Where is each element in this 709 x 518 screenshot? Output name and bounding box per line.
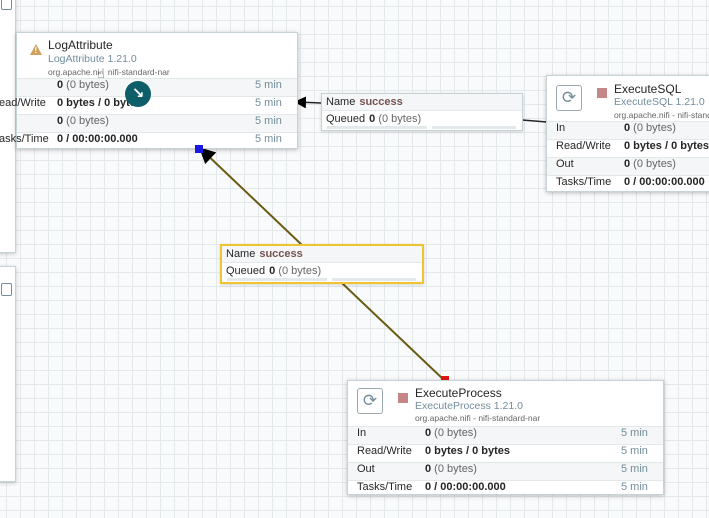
stat-row-in: 0 (0 bytes) 5 min <box>17 78 297 96</box>
arrow-down-right-icon: ↘ <box>125 81 151 107</box>
queue-bar <box>332 278 416 281</box>
connection-label-sql-to-log[interactable]: Name success Queued 0 (0 bytes) <box>321 93 523 131</box>
processor-name: ExecuteSQL <box>614 82 682 96</box>
connection-name-row: Name success <box>322 94 522 111</box>
queue-bar <box>227 278 327 281</box>
stat-row-in: In 0 (0 bytes) <box>547 121 709 139</box>
processor-type: LogAttribute 1.21.0 <box>48 53 137 65</box>
stop-icon[interactable] <box>398 393 408 403</box>
processor-name: LogAttribute <box>48 38 113 52</box>
processor-type: ExecuteSQL 1.21.0 <box>614 96 705 108</box>
processor-logattribute[interactable]: ! LogAttribute LogAttribute 1.21.0 org.a… <box>0 32 298 150</box>
processor-executeprocess[interactable]: ⟳ ExecuteProcess ExecuteProcess 1.21.0 o… <box>347 380 664 495</box>
queue-bar <box>432 126 516 129</box>
stat-row-read-write: Read/Write 0 bytes / 0 bytes <box>547 139 709 157</box>
connection-line-sql-to-log-right[interactable] <box>521 119 548 123</box>
panel-icon <box>1 0 12 10</box>
stat-row-tasks-time: Tasks/Time 0 / 00:00:00.000 5 min <box>348 480 663 498</box>
panel-icon <box>1 283 12 296</box>
processor-type: ExecuteProcess 1.21.0 <box>415 400 523 412</box>
connection-line-sql-to-log-left[interactable] <box>294 96 322 109</box>
stat-row-read-write: ead/Write 0 bytes / 0 bytes 5 min <box>0 96 297 114</box>
stop-icon[interactable] <box>597 88 607 98</box>
stat-row-out: Out 0 (0 bytes) <box>547 157 709 175</box>
stat-row-tasks-time: Tasks/Time 0 / 00:00:00.000 <box>547 175 709 193</box>
hand-pointer-icon: ☝ <box>97 66 105 81</box>
processor-icon: ⟳ <box>357 388 383 414</box>
flow-canvas[interactable]: ! LogAttribute LogAttribute 1.21.0 org.a… <box>0 0 709 518</box>
processor-name: ExecuteProcess <box>415 386 502 400</box>
stat-row-out: Out 0 (0 bytes) 5 min <box>348 462 663 480</box>
stat-row-tasks-time: asks/Time 0 / 00:00:00.000 5 min <box>0 132 297 150</box>
processor-bundle: org.apache.nifi - nifi-standar <box>614 110 709 120</box>
processor-icon: ⟳ <box>556 85 582 111</box>
processor-bundle: org.apache.ni nifi-standard-nar <box>48 67 170 77</box>
connection-queued-row: Queued 0 (0 bytes) <box>326 113 422 125</box>
processor-executesql[interactable]: ⟳ ExecuteSQL ExecuteSQL 1.21.0 org.apach… <box>546 75 709 192</box>
connection-name-row: Name success <box>222 246 422 263</box>
stat-row-out: 0 (0 bytes) 5 min <box>17 114 297 132</box>
connection-source-anchor[interactable] <box>195 145 203 153</box>
queue-bar <box>327 126 427 129</box>
stat-row-in: In 0 (0 bytes) 5 min <box>348 426 663 444</box>
warning-mark: ! <box>34 46 38 55</box>
connection-queued-row: Queued 0 (0 bytes) <box>226 265 322 277</box>
processor-bundle: org.apache.nifi - nifi-standard-nar <box>415 413 541 423</box>
connection-label-process-to-log[interactable]: Name success Queued 0 (0 bytes) <box>220 244 424 284</box>
partial-component-bottom-left[interactable] <box>0 266 16 482</box>
stat-row-read-write: Read/Write 0 bytes / 0 bytes 5 min <box>348 444 663 462</box>
partial-component-top-left[interactable] <box>0 0 16 253</box>
